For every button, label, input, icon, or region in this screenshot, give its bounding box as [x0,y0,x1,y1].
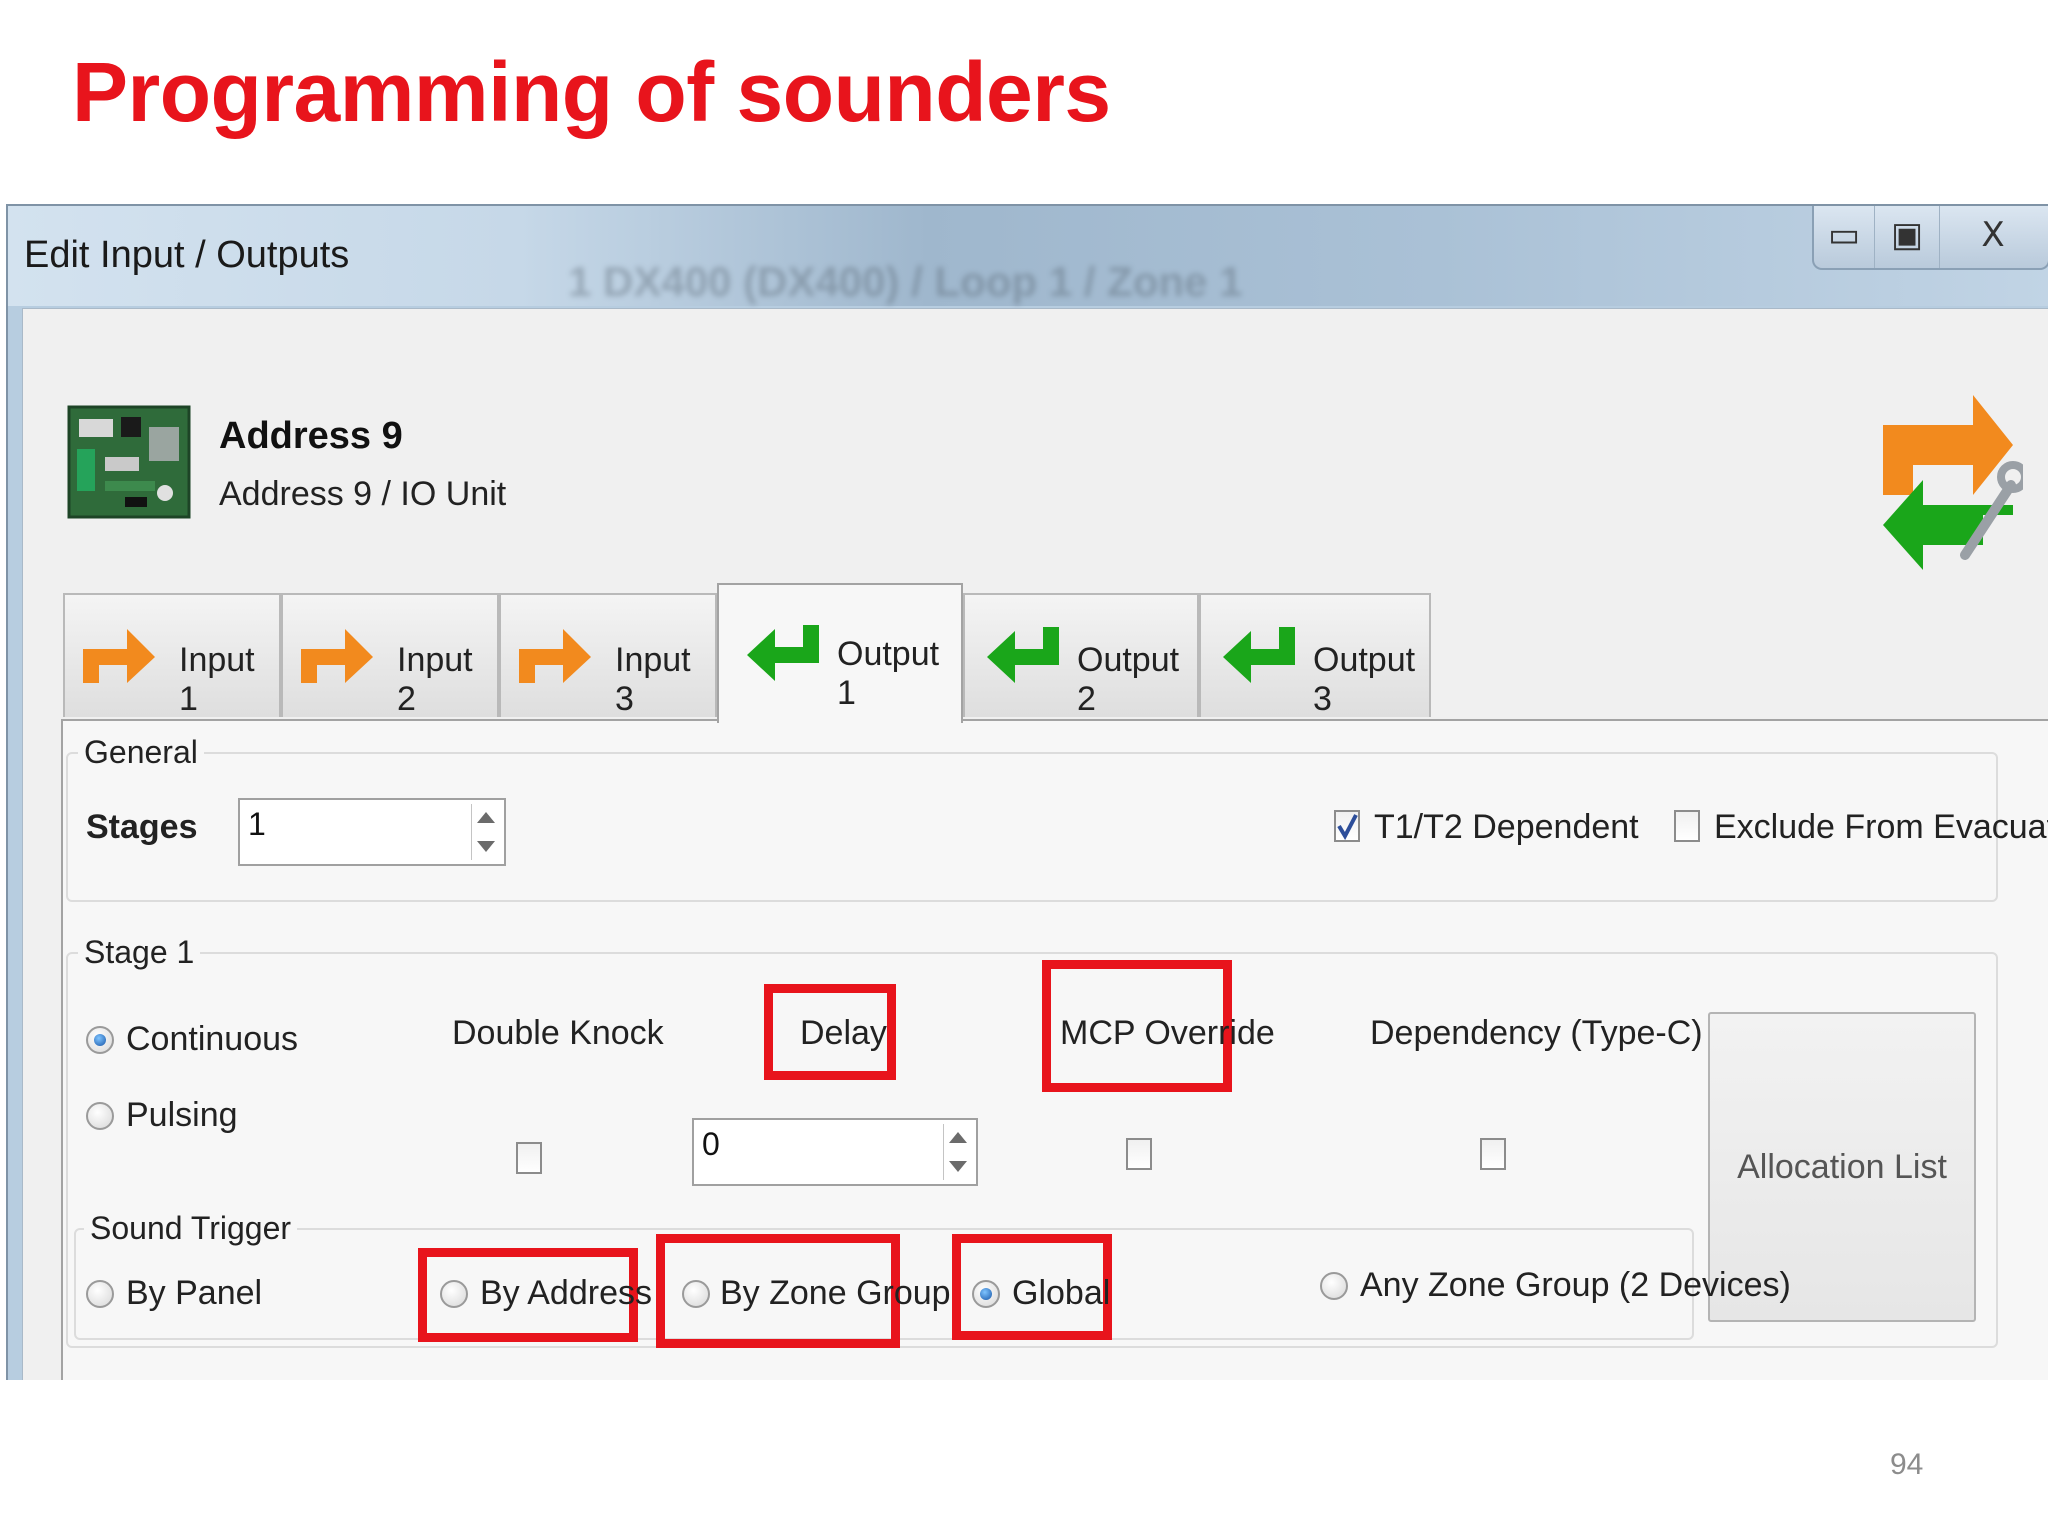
mcp-override-label: MCP Override [1060,1014,1275,1052]
stage-1-group-title: Stage 1 [78,934,201,971]
checkmark-icon [1337,814,1358,840]
stepper-arrows[interactable] [943,1124,972,1180]
double-knock-label: Double Knock [452,1014,664,1052]
any-zone-group-label: Any Zone Group (2 Devices) [1360,1266,1791,1304]
background-window-title: 1 DX400 (DX400) / Loop 1 / Zone 1 [568,258,1243,305]
t1t2-dependent-checkbox[interactable] [1334,810,1360,842]
exclude-from-evacuate-label: Exclude From Evacuate [1714,808,2048,846]
tab-label: Output 3 [1313,641,1416,718]
sound-trigger-group-title: Sound Trigger [84,1210,298,1247]
global-label: Global [1012,1274,1111,1312]
tab-output-3[interactable]: Output 3 [1199,593,1431,718]
stages-stepper[interactable]: 1 [238,798,506,866]
window-title: Edit Input / Outputs [24,234,350,276]
general-group-title: General [78,734,204,771]
close-button[interactable]: X [1938,206,2048,268]
device-subtitle: Address 9 / IO Unit [219,475,507,513]
pulsing-radio[interactable] [86,1102,114,1130]
caption-buttons: ▭ ▣ X [1812,206,2048,270]
global-radio[interactable] [972,1280,1000,1308]
continuous-radio[interactable] [86,1026,114,1054]
by-panel-label: By Panel [126,1274,263,1312]
tab-output-2[interactable]: Output 2 [963,593,1199,718]
exclude-from-evacuate-checkbox[interactable] [1674,810,1700,842]
device-name: Address 9 [219,415,403,457]
orange-arrow-right-icon [519,629,591,683]
tab-label: Input 1 [179,641,255,718]
tab-input-1[interactable]: Input 1 [63,593,281,718]
green-arrow-left-icon [987,627,1059,683]
delay-label: Delay [800,1014,887,1052]
page-number: 94 [1890,1448,1924,1481]
minimize-button[interactable]: ▭ [1814,206,1874,268]
mcp-override-checkbox[interactable] [1126,1138,1152,1170]
tab-label: Output 2 [1077,641,1180,718]
delay-stepper[interactable]: 0 [692,1118,978,1186]
tab-input-3[interactable]: Input 3 [499,593,717,718]
title-bar[interactable]: Edit Input / Outputs 1 DX400 (DX400) / L… [8,206,2048,306]
tab-output-1[interactable]: Output 1 [717,583,963,723]
orange-arrow-right-icon [83,629,155,683]
continuous-label: Continuous [126,1020,299,1058]
dependency-type-c-checkbox[interactable] [1480,1138,1506,1170]
orange-arrow-right-icon [301,629,373,683]
green-arrow-left-icon [1223,627,1295,683]
stepper-arrows[interactable] [471,804,500,860]
stages-label: Stages [86,808,198,846]
maximize-button[interactable]: ▣ [1874,206,1940,268]
delay-value: 0 [702,1126,720,1162]
double-knock-checkbox[interactable] [516,1142,542,1174]
by-address-label: By Address [480,1274,652,1312]
stages-value: 1 [248,806,266,842]
tab-label: Output 1 [837,635,940,712]
green-arrow-left-icon [747,625,819,681]
by-zone-group-radio[interactable] [682,1280,710,1308]
io-exchange-icon [1883,395,2023,570]
slide-title: Programming of sounders [72,45,1111,139]
by-address-radio[interactable] [440,1280,468,1308]
tab-label: Input 2 [397,641,473,718]
t1t2-dependent-label: T1/T2 Dependent [1374,808,1639,846]
by-panel-radio[interactable] [86,1280,114,1308]
any-zone-group-radio[interactable] [1320,1272,1348,1300]
dependency-type-c-label: Dependency (Type-C) [1370,1014,1703,1052]
io-board-icon [67,405,191,519]
by-zone-group-label: By Zone Group [720,1274,951,1312]
pulsing-label: Pulsing [126,1096,238,1134]
tab-label: Input 3 [615,641,691,718]
tab-input-2[interactable]: Input 2 [281,593,499,718]
slide-footer-area [0,1380,2048,1536]
